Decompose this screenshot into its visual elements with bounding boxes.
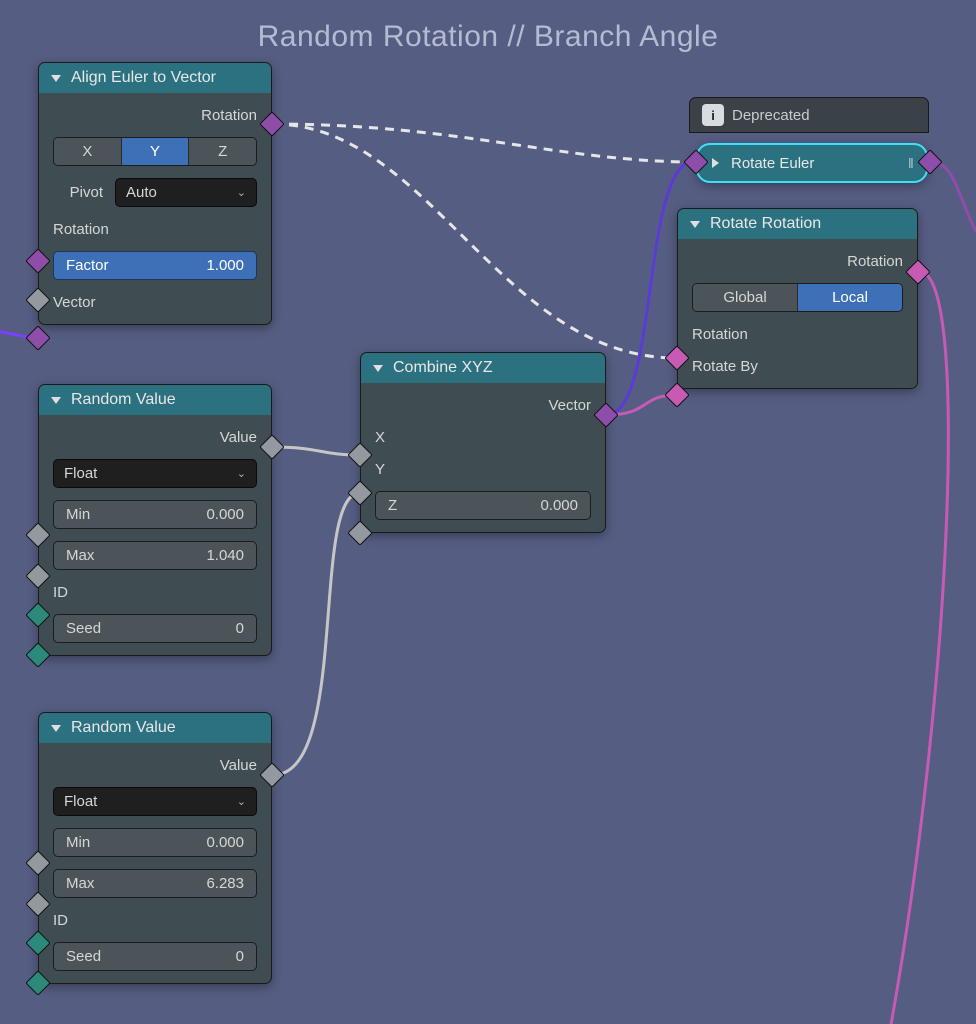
input-rotate-by: Rotate By [692, 358, 758, 375]
chevron-down-icon [51, 719, 65, 737]
socket-in-vector[interactable] [25, 325, 50, 350]
type-dropdown[interactable]: Float ⌄ [53, 787, 257, 816]
output-vector: Vector [548, 397, 591, 414]
node-title: Random Value [71, 391, 176, 409]
node-title: Combine XYZ [393, 359, 493, 377]
max-field[interactable]: Max1.040 [53, 541, 257, 570]
node-align-euler[interactable]: Align Euler to Vector Rotation X Y Z Piv… [38, 62, 272, 325]
chevron-down-icon: ⌄ [237, 467, 246, 480]
space-segmented[interactable]: Global Local [692, 283, 903, 312]
type-dropdown[interactable]: Float ⌄ [53, 459, 257, 488]
info-icon: i [702, 104, 724, 126]
axis-x[interactable]: X [54, 138, 122, 165]
node-random-value-2[interactable]: Random Value Value Float ⌄ Min0.000 Max6… [38, 712, 272, 984]
node-random-value-1[interactable]: Random Value Value Float ⌄ Min0.000 Max1… [38, 384, 272, 656]
node-rotate-euler[interactable]: Rotate Euler II [696, 143, 928, 183]
axis-y[interactable]: Y [122, 138, 190, 165]
node-header[interactable]: Align Euler to Vector [39, 63, 271, 93]
input-x: X [375, 429, 385, 446]
z-field[interactable]: Z 0.000 [375, 491, 591, 520]
input-id: ID [53, 584, 68, 601]
output-value: Value [220, 757, 257, 774]
pivot-label: Pivot [53, 184, 103, 201]
chevron-down-icon: ⌄ [237, 795, 246, 808]
input-id: ID [53, 912, 68, 929]
chevron-down-icon [373, 359, 387, 377]
chevron-down-icon [51, 391, 65, 409]
chevron-down-icon [51, 69, 65, 87]
output-rotation: Rotation [201, 107, 257, 124]
pivot-value: Auto [126, 184, 157, 201]
input-vector: Vector [53, 294, 96, 311]
seed-field[interactable]: Seed0 [53, 614, 257, 643]
input-rotation: Rotation [692, 326, 748, 343]
pivot-dropdown[interactable]: Auto ⌄ [115, 178, 257, 207]
min-field[interactable]: Min0.000 [53, 500, 257, 529]
node-header[interactable]: Random Value [39, 713, 271, 743]
factor-label: Factor [66, 257, 109, 274]
output-value: Value [220, 429, 257, 446]
z-label: Z [388, 497, 397, 514]
max-field[interactable]: Max6.283 [53, 869, 257, 898]
handle-icon: II [908, 155, 912, 172]
axis-z[interactable]: Z [189, 138, 256, 165]
input-y: Y [375, 461, 385, 478]
node-rotate-rotation[interactable]: Rotate Rotation Rotation Global Local Ro… [677, 208, 918, 389]
frame-title: Random Rotation // Branch Angle [0, 20, 976, 54]
type-value: Float [64, 793, 97, 810]
node-title: Rotate Euler [731, 155, 814, 172]
output-rotation: Rotation [847, 253, 903, 270]
node-title: Rotate Rotation [710, 215, 821, 233]
node-header[interactable]: Random Value [39, 385, 271, 415]
node-header[interactable]: Rotate Rotation [678, 209, 917, 239]
node-header[interactable]: Combine XYZ [361, 353, 605, 383]
factor-field[interactable]: Factor 1.000 [53, 251, 257, 280]
chevron-down-icon [690, 215, 704, 233]
min-field[interactable]: Min0.000 [53, 828, 257, 857]
chevron-right-icon [712, 155, 723, 172]
type-value: Float [64, 465, 97, 482]
input-rotation: Rotation [53, 221, 109, 238]
factor-value: 1.000 [206, 257, 244, 274]
node-title: Align Euler to Vector [71, 69, 216, 87]
deprecated-banner: i Deprecated [689, 97, 929, 133]
space-global[interactable]: Global [693, 284, 798, 311]
z-value: 0.000 [540, 497, 578, 514]
chevron-down-icon: ⌄ [237, 186, 246, 199]
node-title: Random Value [71, 719, 176, 737]
seed-field[interactable]: Seed0 [53, 942, 257, 971]
space-local[interactable]: Local [798, 284, 902, 311]
deprecated-label: Deprecated [732, 107, 810, 124]
node-combine-xyz[interactable]: Combine XYZ Vector X Y Z 0.000 [360, 352, 606, 533]
axis-segmented[interactable]: X Y Z [53, 137, 257, 166]
